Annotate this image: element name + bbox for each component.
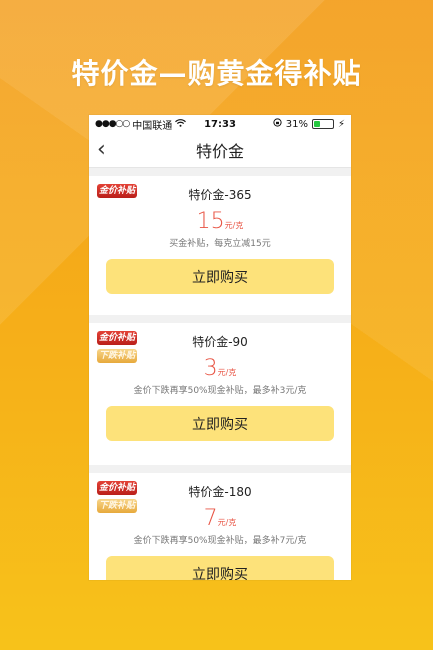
product-card: 金价补贴 特价金-365 15元/克 买金补贴，每克立减15元 立即购买 — [89, 176, 351, 315]
price-unit: 元/克 — [224, 221, 244, 230]
price: 15元/克 — [99, 209, 341, 234]
tag-drop-subsidy: 下跌补贴 — [97, 499, 137, 513]
product-desc: 金价下跌再享50%现金补贴，最多补7元/克 — [133, 536, 307, 546]
phone-screen: ●●●○○ 中国联通 17:33 31% ⚡ ‹ 特价金 金价补贴 特价金-36… — [89, 115, 351, 580]
status-bar: ●●●○○ 中国联通 17:33 31% ⚡ — [89, 115, 351, 133]
price-value: 7 — [203, 506, 218, 531]
price-value: 3 — [203, 356, 218, 381]
back-chevron-icon[interactable]: ‹ — [97, 139, 106, 161]
nav-bar: ‹ 特价金 — [89, 133, 351, 168]
banner-title: 特价金—购黄金得补贴 — [71, 57, 362, 90]
tag-drop-subsidy: 下跌补贴 — [97, 349, 137, 363]
buy-now-button[interactable]: 立即购买 — [106, 406, 334, 441]
battery-icon — [311, 119, 334, 129]
tag-gold-subsidy: 金价补贴 — [97, 184, 137, 198]
product-desc: 金价下跌再享50%现金补贴，最多补3元/克 — [133, 386, 307, 396]
product-card: 金价补贴 下跌补贴 特价金-180 7元/克 金价下跌再享50%现金补贴，最多补… — [89, 473, 351, 580]
product-card: 金价补贴 下跌补贴 特价金-90 3元/克 金价下跌再享50%现金补贴，最多补3… — [89, 323, 351, 465]
price-value: 15 — [196, 209, 225, 234]
buy-now-button[interactable]: 立即购买 — [106, 259, 334, 294]
tag-gold-subsidy: 金价补贴 — [97, 481, 137, 495]
price-unit: 元/克 — [217, 368, 237, 377]
price-unit: 元/克 — [217, 518, 237, 527]
page-title: 特价金 — [195, 142, 244, 161]
product-desc: 买金补贴，每克立减15元 — [169, 239, 271, 249]
tag-gold-subsidy: 金价补贴 — [97, 331, 137, 345]
buy-now-button[interactable]: 立即购买 — [106, 556, 334, 580]
